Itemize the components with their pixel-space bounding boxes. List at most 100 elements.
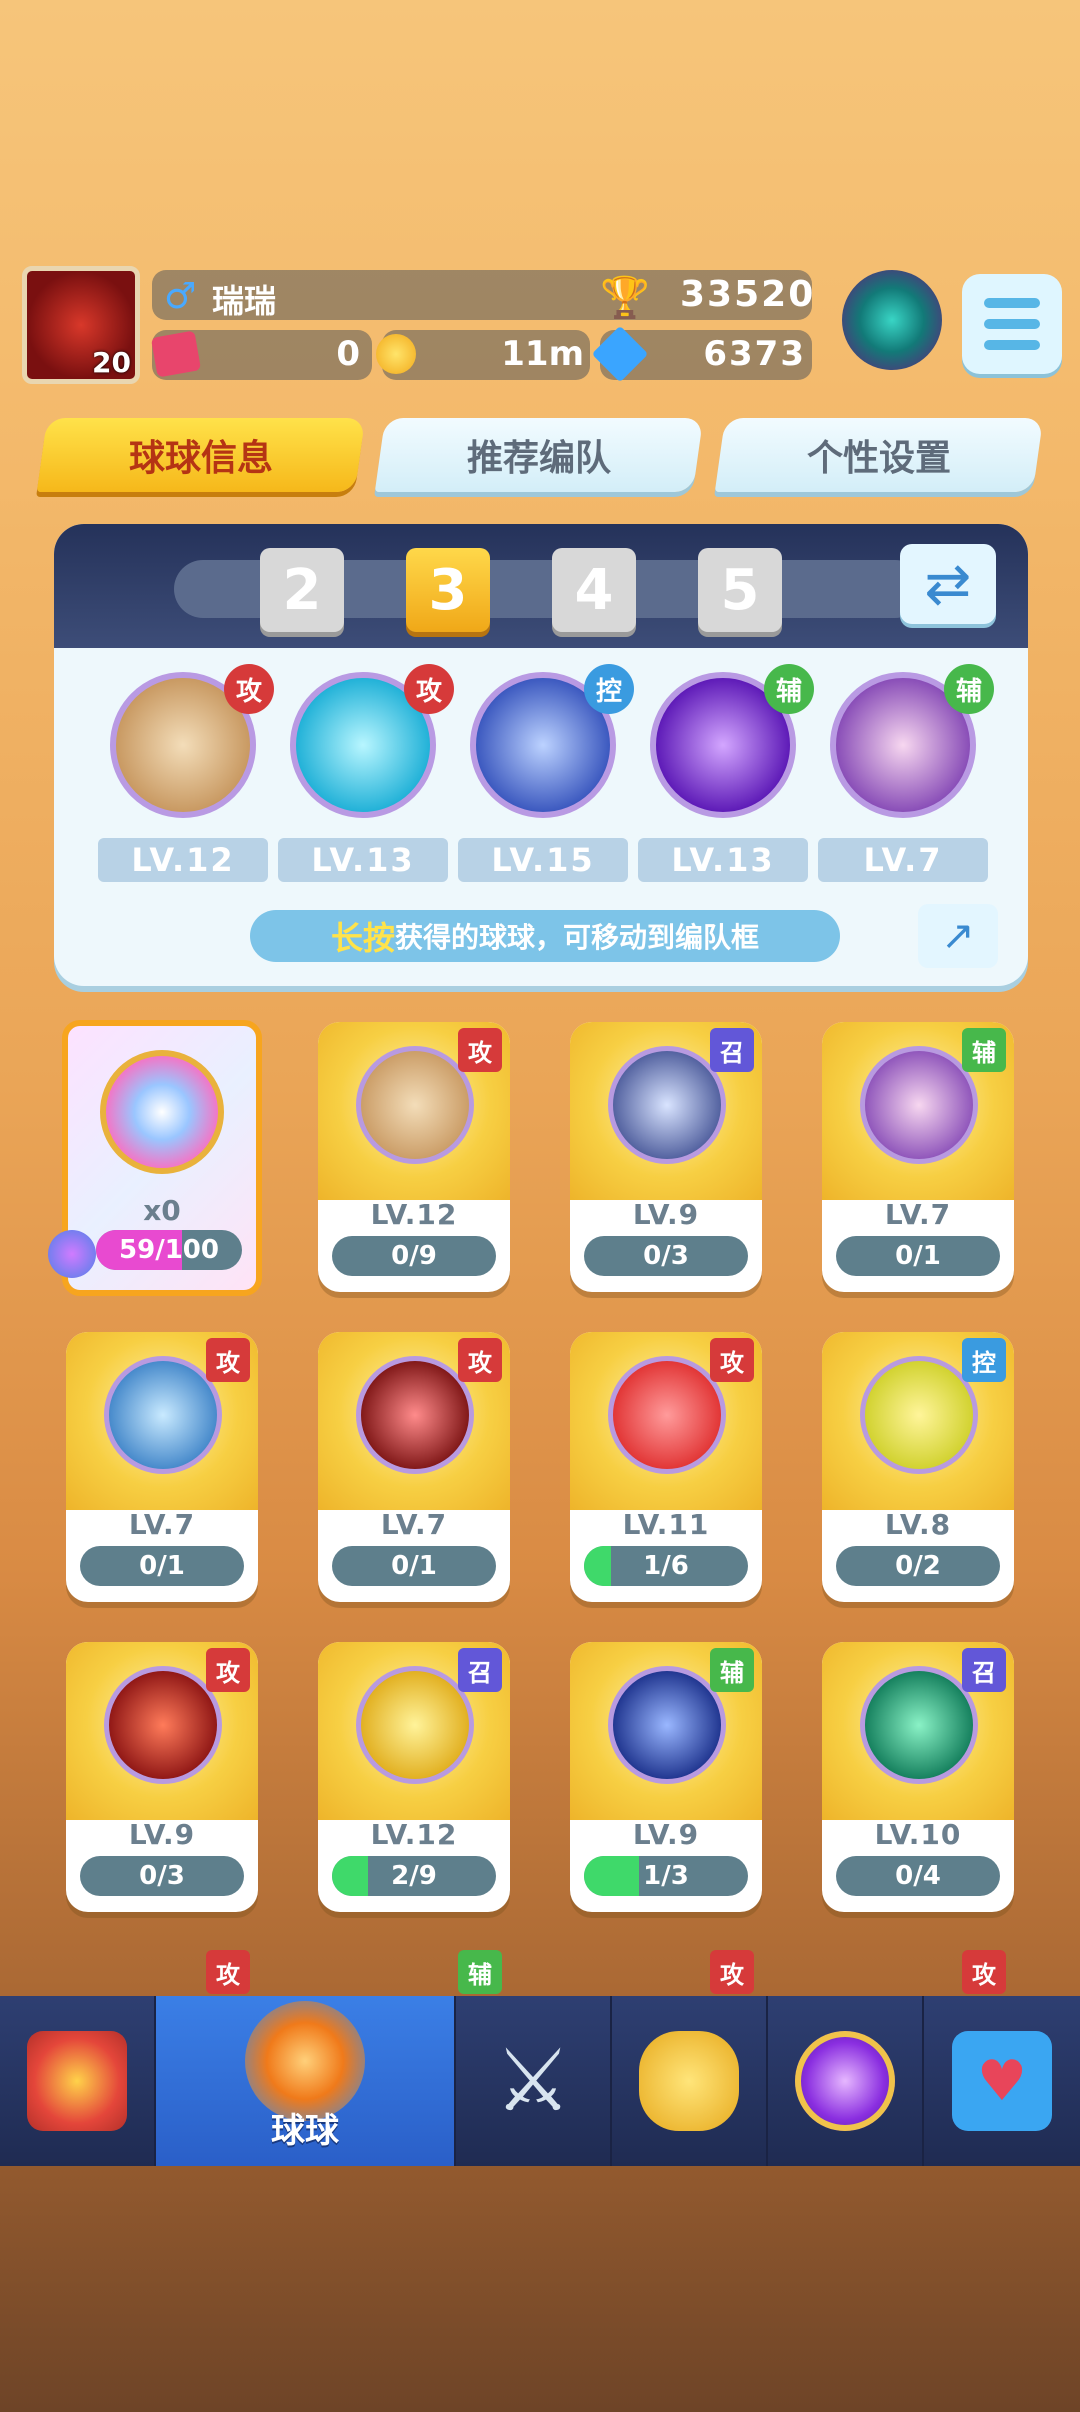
- ball-card[interactable]: 辅 LV.9 1/3: [570, 1642, 762, 1912]
- card-progress: 0/9: [332, 1236, 496, 1276]
- team-member-level: LV.15: [458, 838, 628, 882]
- shop-icon: [27, 2031, 127, 2131]
- support-badge: 辅: [710, 1648, 754, 1692]
- card-progress: 0/3: [584, 1236, 748, 1276]
- attack-badge: 攻: [710, 1338, 754, 1382]
- card-progress-text: 1/3: [643, 1861, 689, 1891]
- nav-balls[interactable]: 球球: [156, 1996, 456, 2166]
- card-progress: 0/3: [80, 1856, 244, 1896]
- special-progress-text: 59/100: [119, 1235, 219, 1265]
- planet-icon: [795, 2031, 895, 2131]
- team-panel: 2 3 4 5 ⇄ 攻 攻 控 辅 辅 LV.12 LV.13 LV.15 LV…: [54, 524, 1028, 986]
- ball-level: LV.7: [884, 1198, 952, 1231]
- rank-emblem-icon[interactable]: [842, 270, 942, 370]
- card-progress: 1/3: [584, 1856, 748, 1896]
- nav-balls-label: 球球: [271, 2111, 339, 2151]
- card-progress-text: 0/4: [895, 1861, 941, 1891]
- special-count: x0: [143, 1194, 181, 1227]
- ball-card[interactable]: 攻 LV.12 0/9: [318, 1022, 510, 1292]
- control-badge: 控: [584, 664, 634, 714]
- team-member-level: LV.12: [98, 838, 268, 882]
- ball-card[interactable]: 攻 LV.7 0/1: [66, 1332, 258, 1602]
- male-icon: ♂: [164, 276, 197, 317]
- attack-badge: 攻: [458, 1028, 502, 1072]
- nav-social[interactable]: ♥: [924, 1996, 1080, 2166]
- team-member-3[interactable]: 控: [470, 664, 634, 818]
- team-member-level: LV.13: [638, 838, 808, 882]
- ticket-count: 0: [336, 334, 360, 374]
- ball-icon: [608, 1046, 726, 1164]
- ball-level: LV.11: [622, 1508, 710, 1541]
- nav-battle[interactable]: ⚔: [456, 1996, 612, 2166]
- team-member-2[interactable]: 攻: [290, 664, 454, 818]
- ball-icon: [608, 1666, 726, 1784]
- card-progress: 0/1: [836, 1236, 1000, 1276]
- team-panel-header: 2 3 4 5 ⇄: [54, 524, 1028, 648]
- ball-card[interactable]: 召 LV.9 0/3: [570, 1022, 762, 1292]
- crossed-swords-icon: ⚔: [494, 2031, 572, 2131]
- card-progress: 0/1: [332, 1546, 496, 1586]
- ball-card[interactable]: 辅 LV.7 0/1: [822, 1022, 1014, 1292]
- team-member-4[interactable]: 辅: [650, 664, 814, 818]
- ball-card[interactable]: 控 LV.8 0/2: [822, 1332, 1014, 1602]
- ball-icon: [104, 1356, 222, 1474]
- attack-badge: 攻: [962, 1950, 1006, 1994]
- ball-level: LV.12: [370, 1818, 458, 1851]
- ball-icon: [356, 1666, 474, 1784]
- ball-level: LV.7: [128, 1508, 196, 1541]
- trophy-count: 33520: [680, 274, 816, 315]
- nav-team[interactable]: [612, 1996, 768, 2166]
- tab-recommended-team[interactable]: 推荐编队: [374, 418, 704, 492]
- ball-level: LV.8: [884, 1508, 952, 1541]
- coin-count: 11m: [501, 334, 584, 374]
- ball-card[interactable]: 召 LV.12 2/9: [318, 1642, 510, 1912]
- attack-badge: 攻: [224, 664, 274, 714]
- tab-ball-info[interactable]: 球球信息: [36, 418, 366, 492]
- nav-shop[interactable]: [0, 1996, 156, 2166]
- team-page-4[interactable]: 4: [552, 548, 636, 632]
- card-progress-text: 1/6: [643, 1551, 689, 1581]
- team-page-2[interactable]: 2: [260, 548, 344, 632]
- support-badge: 辅: [764, 664, 814, 714]
- player-name: 瑞瑞: [212, 282, 277, 320]
- card-progress: 0/1: [80, 1546, 244, 1586]
- special-progress: 59/100: [96, 1230, 242, 1270]
- ball-icon: [860, 1356, 978, 1474]
- nav-planet[interactable]: [768, 1996, 924, 2166]
- card-progress-text: 0/1: [391, 1551, 437, 1581]
- tab-personal-settings[interactable]: 个性设置: [714, 418, 1044, 492]
- player-avatar[interactable]: 20: [22, 266, 140, 384]
- support-badge: 辅: [458, 1950, 502, 1994]
- ball-card[interactable]: 召 LV.10 0/4: [822, 1642, 1014, 1912]
- ball-icon: [104, 1666, 222, 1784]
- card-progress-text: 2/9: [391, 1861, 437, 1891]
- team-member-5[interactable]: 辅: [830, 664, 994, 818]
- hint-highlight: 长按: [330, 919, 395, 957]
- menu-button[interactable]: [962, 274, 1062, 374]
- share-button[interactable]: ↗: [918, 904, 998, 968]
- team-hint: 长按 获得的球球，可移动到编队框: [250, 910, 840, 962]
- ball-icon: [860, 1666, 978, 1784]
- swap-team-button[interactable]: ⇄: [900, 544, 996, 624]
- trophy-icon: 🏆: [600, 275, 650, 321]
- card-progress: 1/6: [584, 1546, 748, 1586]
- ball-level: LV.9: [128, 1818, 196, 1851]
- attack-badge: 攻: [206, 1648, 250, 1692]
- attack-badge: 攻: [710, 1950, 754, 1994]
- ball-card[interactable]: 攻 LV.11 1/6: [570, 1332, 762, 1602]
- team-page-5[interactable]: 5: [698, 548, 782, 632]
- special-ball-card[interactable]: x0 59/100: [48, 1020, 262, 1296]
- share-icon: ↗: [941, 913, 975, 959]
- attack-badge: 攻: [404, 664, 454, 714]
- player-level: 20: [92, 346, 131, 379]
- ball-card[interactable]: 攻 LV.9 0/3: [66, 1642, 258, 1912]
- summon-badge: 召: [458, 1648, 502, 1692]
- ball-icon: [608, 1356, 726, 1474]
- card-progress-text: 0/3: [139, 1861, 185, 1891]
- team-page-3[interactable]: 3: [406, 548, 490, 632]
- ball-icon: [860, 1046, 978, 1164]
- ticket-icon: [150, 330, 202, 378]
- team-member-1[interactable]: 攻: [110, 664, 274, 818]
- attack-badge: 攻: [206, 1338, 250, 1382]
- ball-card[interactable]: 攻 LV.7 0/1: [318, 1332, 510, 1602]
